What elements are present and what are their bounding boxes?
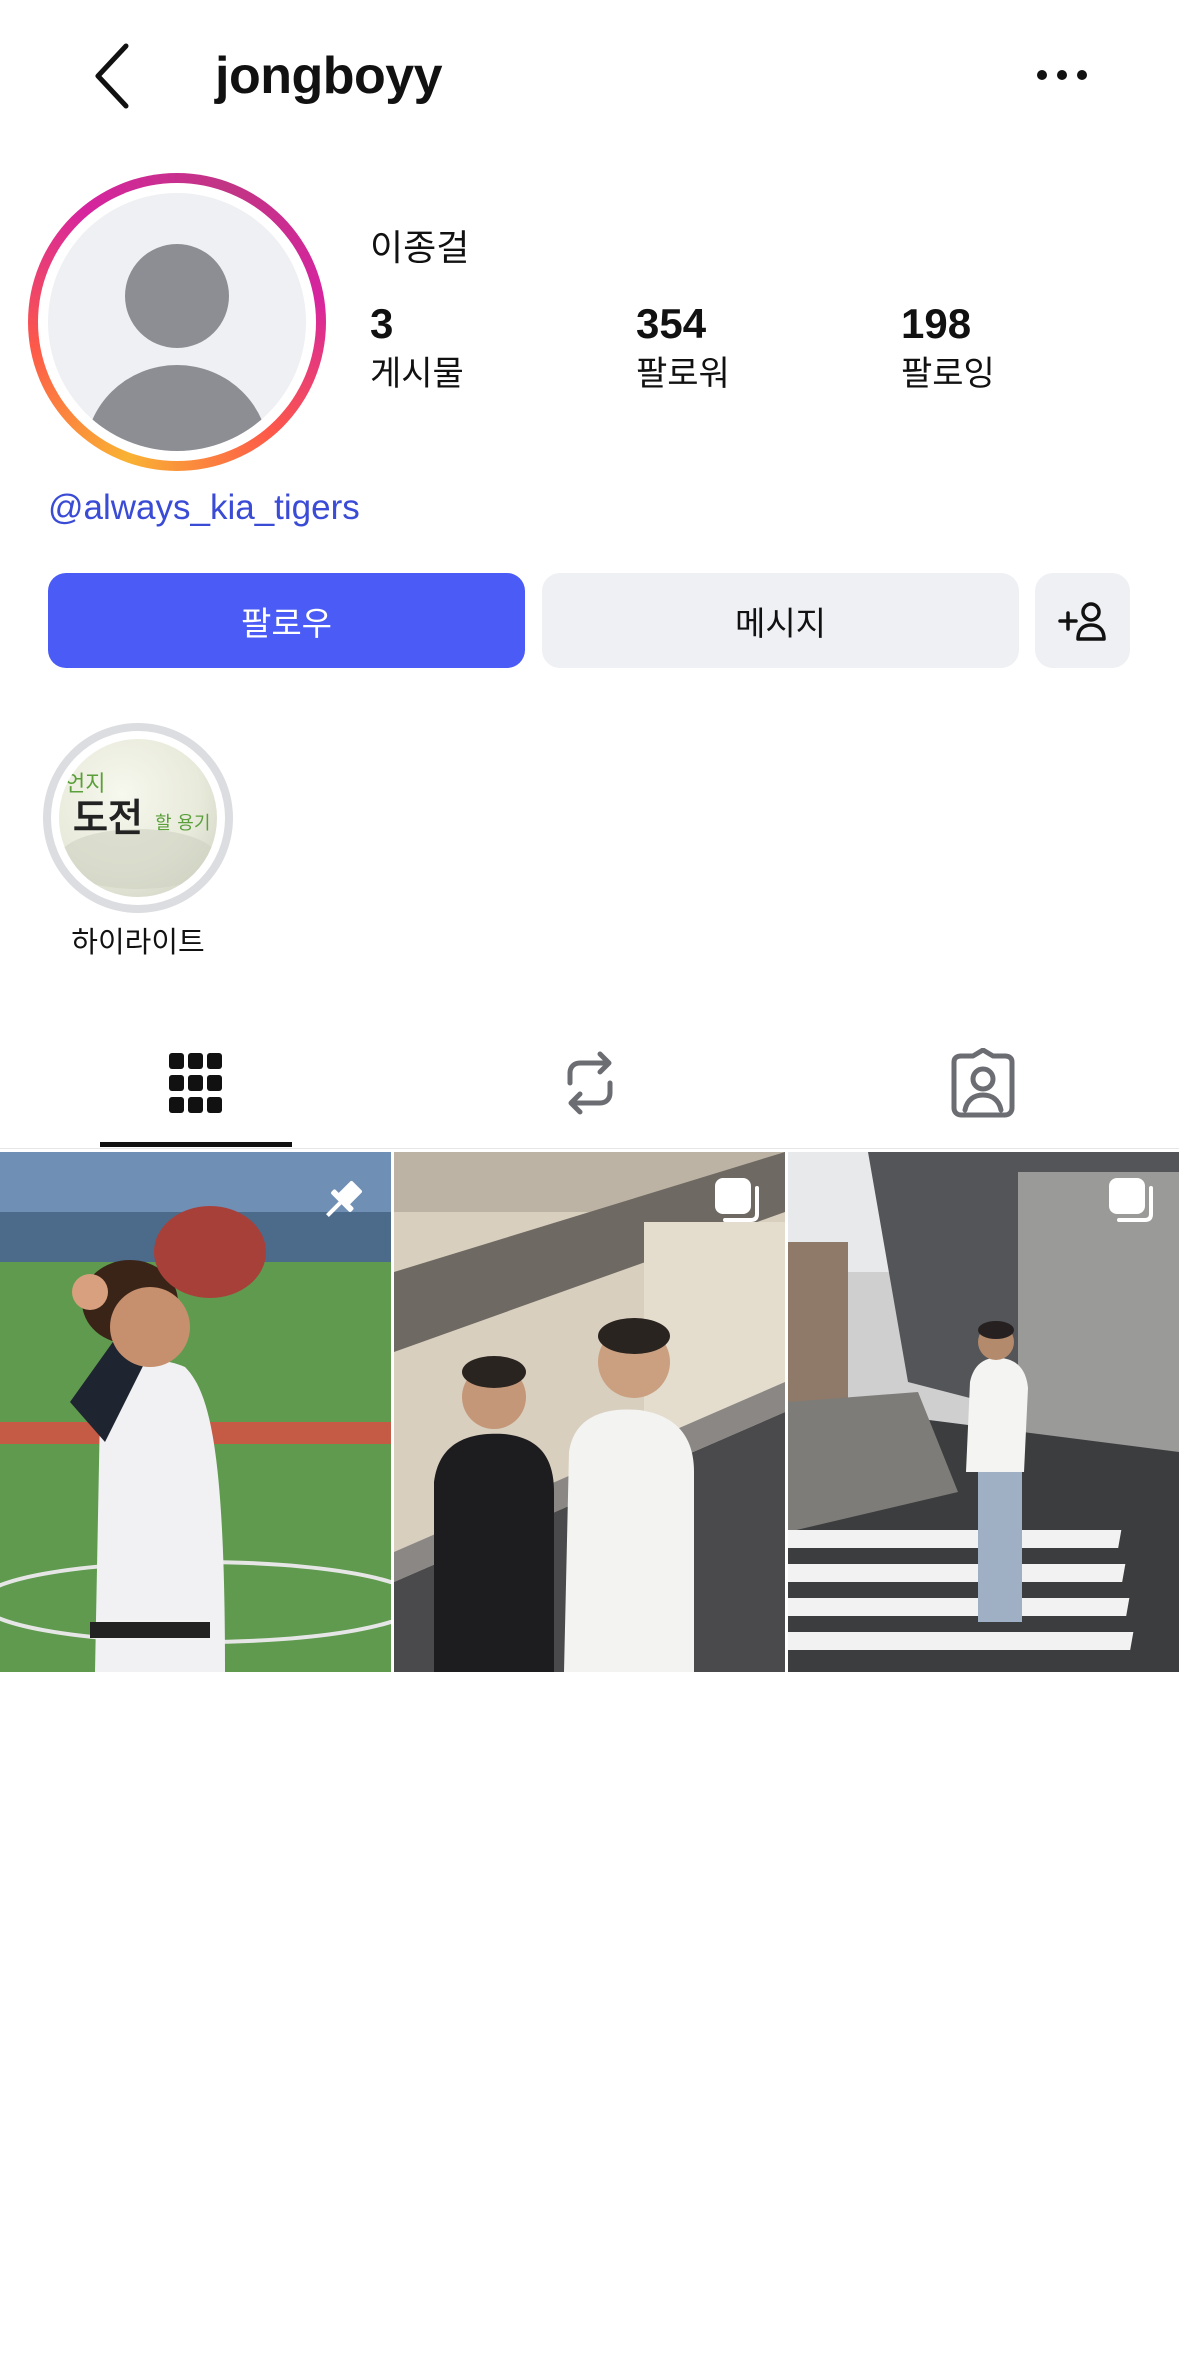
post-thumbnail[interactable]	[0, 1152, 391, 1672]
highlight-image-text: 도전	[73, 796, 143, 840]
post-image	[788, 1152, 1179, 1672]
multi-photo-icon	[715, 1178, 759, 1222]
tab-posts[interactable]	[136, 1040, 256, 1126]
followers-stat[interactable]: 354 팔로워	[636, 298, 876, 396]
profile-username: jongboyy	[215, 47, 443, 105]
back-button[interactable]	[88, 38, 140, 114]
suggest-people-button[interactable]	[1035, 573, 1130, 668]
follow-button[interactable]: 팔로우	[48, 573, 525, 668]
active-tab-indicator	[100, 1142, 292, 1147]
post-image	[0, 1152, 391, 1672]
post-thumbnail[interactable]	[788, 1152, 1179, 1672]
tab-reposts[interactable]	[530, 1040, 650, 1126]
repost-icon	[567, 1051, 613, 1115]
multi-photo-icon	[1109, 1178, 1153, 1222]
tab-tagged[interactable]	[923, 1040, 1043, 1126]
grid-icon	[169, 1053, 222, 1113]
posts-count-stat[interactable]: 3 게시물	[370, 298, 610, 396]
stat-label: 게시물	[370, 355, 464, 393]
avatar	[48, 193, 306, 451]
message-button[interactable]: 메시지	[542, 573, 1019, 668]
highlight-image-text: 언지	[65, 772, 105, 797]
post-thumbnail[interactable]	[394, 1152, 785, 1672]
highlight-cover-image: 언지 도전 할 용기	[59, 739, 217, 897]
default-avatar-icon	[85, 244, 269, 451]
post-image	[394, 1152, 785, 1672]
chevron-left-icon	[95, 43, 129, 109]
highlight-label: 하이라이트	[71, 927, 205, 959]
stat-label: 팔로워	[636, 355, 730, 393]
stat-label: 팔로잉	[901, 355, 995, 393]
more-options-button[interactable]	[1030, 50, 1094, 100]
following-stat[interactable]: 198 팔로잉	[901, 298, 1141, 396]
bio-mention-link[interactable]: @always_kia_tigers	[48, 486, 360, 530]
stat-value: 198	[901, 300, 972, 347]
pin-icon	[326, 1181, 362, 1217]
add-person-icon	[1057, 601, 1106, 641]
highlight-image-text: 할 용기	[155, 813, 210, 834]
tab-divider	[0, 1148, 1179, 1149]
stat-value: 354	[636, 300, 707, 347]
stat-value: 3	[370, 300, 394, 347]
story-ring[interactable]	[28, 173, 326, 471]
display-name: 이종걸	[370, 227, 470, 268]
ellipsis-icon	[1037, 70, 1087, 80]
tagged-icon	[951, 1048, 1015, 1118]
highlight-item[interactable]: 언지 도전 할 용기	[43, 723, 233, 913]
